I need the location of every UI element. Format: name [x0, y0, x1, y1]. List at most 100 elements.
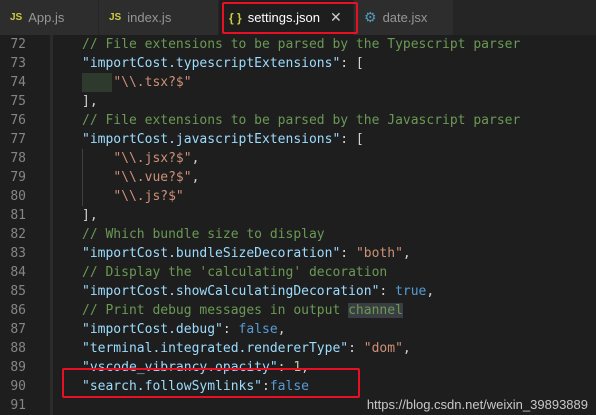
react-file-icon: ⚙ — [364, 9, 377, 25]
code-text: "search.followSymlinks":false — [82, 377, 309, 396]
code-token: , — [277, 322, 286, 337]
code-token: : — [348, 341, 364, 356]
code-token: , — [191, 170, 200, 185]
code-token: , — [426, 284, 435, 299]
code-line[interactable]: 86 // Print debug messages in output chan… — [0, 301, 596, 320]
code-line[interactable]: 74 "\\.tsx?$" — [0, 73, 596, 92]
tab-label: date.jsx — [382, 10, 428, 25]
line-number: 87 — [10, 322, 26, 337]
code-line[interactable]: 78 "\\.jsx?$", — [0, 149, 596, 168]
tab-label: settings.json — [247, 10, 320, 25]
code-text: // File extensions to be parsed by the J… — [82, 111, 520, 130]
code-line[interactable]: 85 "importCost.showCalculatingDecoration"… — [0, 282, 596, 301]
code-token: : [ — [340, 56, 364, 71]
code-token: "vscode_vibrancy.opacity" — [82, 360, 278, 375]
code-token: "\\.vue?$" — [113, 170, 192, 185]
code-token: // File extensions to be parsed by the T… — [82, 37, 521, 52]
javascript-file-icon: JS — [109, 12, 122, 23]
code-line[interactable]: 87 "importCost.debug": false, — [0, 320, 596, 339]
gutter-marker — [50, 301, 53, 320]
gutter-marker — [50, 282, 53, 301]
code-token: , — [191, 151, 200, 166]
line-number: 90 — [10, 379, 26, 394]
code-token: // File extensions to be parsed by the J… — [82, 113, 521, 128]
code-token: , — [402, 341, 411, 356]
line-number: 82 — [10, 227, 26, 242]
code-line[interactable]: 75], — [0, 92, 596, 111]
code-line[interactable]: 90 "search.followSymlinks":false — [0, 377, 596, 396]
editor-tab-bar: JS App.js JS index.js { } settings.json … — [0, 0, 596, 35]
json-file-icon: { } — [229, 10, 242, 25]
code-token: false — [269, 379, 309, 394]
line-number: 89 — [10, 360, 26, 375]
gutter-marker — [50, 396, 53, 415]
code-line[interactable]: 79 "\\.vue?$", — [0, 168, 596, 187]
gutter-marker — [50, 263, 53, 282]
code-token: "search.followSymlinks" — [82, 379, 263, 394]
line-number: 83 — [10, 246, 26, 261]
code-editor[interactable]: 72 // File extensions to be parsed by the… — [0, 35, 596, 415]
gutter-marker — [50, 206, 53, 225]
line-number: 77 — [10, 132, 26, 147]
tab-app-js[interactable]: JS App.js — [0, 0, 99, 35]
code-text: "importCost.typescriptExtensions": [ — [82, 54, 364, 73]
code-line[interactable]: 77 "importCost.javascriptExtensions": [ — [0, 130, 596, 149]
code-text: "\\.vue?$", — [82, 168, 199, 187]
code-text: "importCost.bundleSizeDecoration": "both… — [82, 244, 411, 263]
code-line[interactable]: 83 "importCost.bundleSizeDecoration": "bo… — [0, 244, 596, 263]
tab-label: index.js — [127, 10, 172, 25]
code-token: : [ — [340, 132, 364, 147]
code-token: "importCost.showCalculatingDecoration" — [82, 284, 380, 299]
tab-index-js[interactable]: JS index.js — [99, 0, 219, 35]
code-line[interactable]: 73 "importCost.typescriptExtensions": [ — [0, 54, 596, 73]
gutter-marker — [50, 149, 53, 168]
code-line[interactable]: 72 // File extensions to be parsed by the… — [0, 35, 596, 54]
line-number: 85 — [10, 284, 26, 299]
gutter-marker — [50, 339, 53, 358]
line-number: 84 — [10, 265, 26, 280]
tab-date-jsx[interactable]: ⚙ date.jsx — [354, 0, 454, 35]
gutter-marker — [50, 111, 53, 130]
code-token: : — [262, 379, 270, 394]
code-line[interactable]: 76 // File extensions to be parsed by the… — [0, 111, 596, 130]
code-token: 1 — [293, 360, 302, 375]
line-number: 88 — [10, 341, 26, 356]
tab-label: App.js — [28, 10, 65, 25]
code-token: , — [301, 360, 309, 375]
code-line[interactable]: 88 "terminal.integrated.rendererType": "d… — [0, 339, 596, 358]
code-line[interactable]: 84 // Display the 'calculating' decoratio… — [0, 263, 596, 282]
gutter-marker — [50, 244, 53, 263]
code-line[interactable]: 82 // Which bundle size to display — [0, 225, 596, 244]
line-number: 76 — [10, 113, 26, 128]
gutter-marker — [50, 35, 53, 54]
code-text: "\\.js?$" — [82, 187, 184, 206]
code-token: // Print debug messages in output — [82, 303, 349, 318]
code-token: channel — [348, 303, 403, 318]
code-token: : — [379, 284, 396, 299]
gutter-marker — [50, 225, 53, 244]
code-text: "\\.tsx?$" — [82, 73, 192, 92]
line-number: 74 — [10, 75, 26, 90]
line-number: 78 — [10, 151, 26, 166]
code-line[interactable]: 89 "vscode_vibrancy.opacity": 1, — [0, 358, 596, 377]
code-token: , — [402, 246, 411, 261]
gutter-marker — [50, 130, 53, 149]
code-text: // File extensions to be parsed by the T… — [82, 35, 520, 54]
code-token: : — [277, 360, 294, 375]
code-line[interactable]: 80 "\\.js?$" — [0, 187, 596, 206]
close-icon[interactable]: ✕ — [330, 9, 342, 26]
tab-settings-json[interactable]: { } settings.json ✕ — [219, 0, 354, 35]
code-token: "\\.tsx?$" — [113, 75, 192, 90]
code-line[interactable]: 81], — [0, 206, 596, 225]
code-text: // Print debug messages in output channe… — [82, 301, 403, 320]
line-number: 75 — [10, 94, 26, 109]
gutter-marker — [50, 73, 53, 92]
code-text: "importCost.debug": false, — [82, 320, 286, 339]
code-token: "both" — [355, 246, 403, 261]
line-number: 72 — [10, 37, 26, 52]
code-token: "\\.js?$" — [113, 189, 184, 204]
code-text: "importCost.javascriptExtensions": [ — [82, 130, 364, 149]
